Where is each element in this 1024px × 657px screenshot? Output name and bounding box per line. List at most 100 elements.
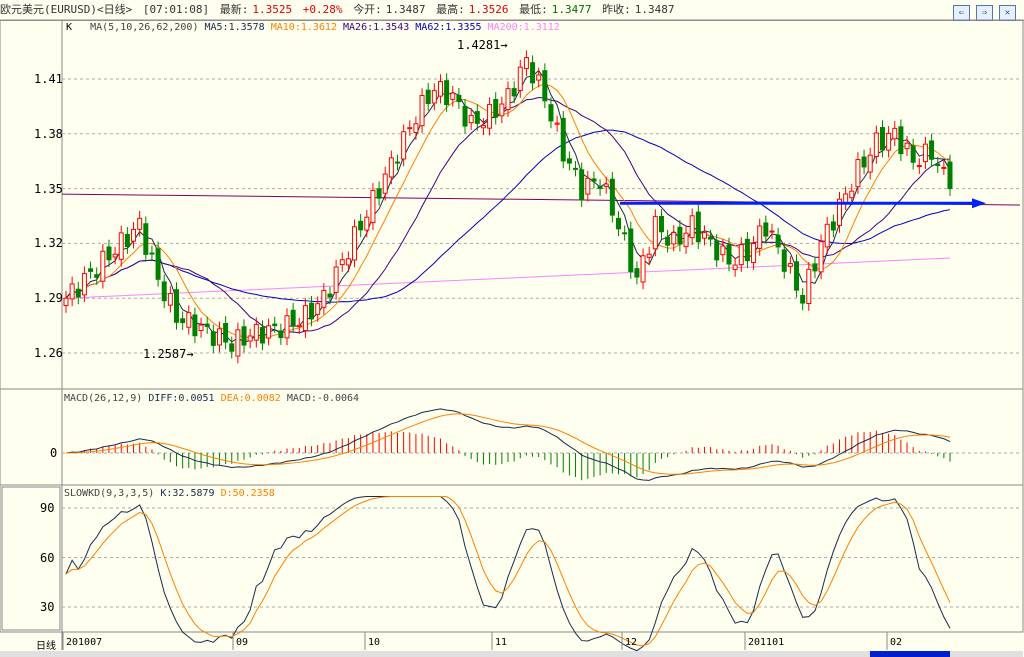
candle-body: [775, 234, 781, 248]
candle-body: [474, 111, 480, 124]
x-tick-label: 09: [236, 637, 249, 648]
candle-body: [818, 241, 824, 273]
candle-body: [284, 315, 290, 339]
candle-body: [480, 124, 486, 129]
ma5-value: MA5:1.3578: [204, 22, 265, 33]
candle-body: [124, 233, 130, 248]
candle-body: [456, 94, 462, 103]
k-value: K:32.5879: [160, 488, 215, 499]
y-tick-label: 1.38: [34, 126, 63, 141]
candle-body: [253, 324, 259, 341]
x-tick-label: 11: [495, 637, 508, 648]
candle-body: [787, 263, 793, 267]
candle-body: [174, 289, 179, 323]
ma62-line: [65, 129, 951, 303]
candle-body: [658, 215, 664, 233]
candle-body: [695, 211, 701, 243]
candle-body: [302, 305, 308, 332]
candle-body: [192, 314, 198, 337]
candle-body: [560, 117, 566, 162]
candle-body: [843, 193, 849, 204]
candle-body: [210, 331, 216, 346]
ma26-value: MA26:1.3543: [343, 22, 410, 33]
candle-body: [100, 250, 106, 282]
candle-body: [198, 324, 204, 331]
candle-body: [296, 324, 302, 328]
candle-body: [401, 131, 407, 160]
ma10-line: [65, 83, 951, 339]
candle-body: [530, 62, 536, 84]
candle-body: [407, 127, 413, 130]
diff-line: [65, 408, 951, 481]
candle-body: [548, 104, 554, 122]
candle-body: [376, 188, 382, 199]
candle-body: [204, 323, 210, 327]
candle-body: [794, 261, 800, 291]
candle-body: [315, 303, 321, 315]
x-tick-label: 02: [890, 637, 903, 648]
candle-body: [63, 297, 69, 307]
candle-body: [941, 166, 947, 169]
candle-body: [916, 165, 922, 168]
x-tick-label: 201007: [66, 637, 103, 648]
candle-body: [898, 126, 904, 155]
candle-body: [744, 238, 750, 262]
scrollbar-thumb[interactable]: [870, 651, 950, 657]
candle-body: [861, 156, 867, 168]
candle-body: [542, 70, 548, 102]
candle-body: [499, 103, 505, 117]
candle-body: [830, 221, 836, 231]
candle-body: [701, 232, 707, 239]
y-tick-label: 1.26: [34, 346, 63, 360]
candle-body: [738, 244, 744, 266]
candle-body: [345, 258, 351, 266]
candle-body: [929, 140, 935, 160]
candle-body: [579, 169, 585, 201]
candle-body: [468, 114, 474, 124]
candle-body: [112, 253, 118, 258]
candle-body: [388, 157, 394, 178]
candle-body: [241, 326, 247, 346]
d-line: [65, 495, 951, 647]
candle-body: [75, 288, 81, 298]
candle-body: [628, 228, 634, 272]
candle-body: [69, 283, 75, 300]
ma26-line: [65, 96, 951, 334]
candle-body: [855, 159, 861, 188]
candle-body: [137, 217, 143, 230]
candle-body: [683, 232, 689, 248]
macd-params: MACD(26,12,9): [64, 393, 143, 404]
low-annotation: 1.2587→: [143, 347, 194, 361]
candle-body: [358, 220, 364, 231]
ma-legend: K MA(5,10,26,62,200) MA5:1.3578 MA10:1.3…: [66, 22, 560, 33]
candle-body: [437, 81, 443, 97]
candle-body: [216, 328, 222, 346]
candle-body: [352, 226, 358, 261]
candle-body: [616, 217, 621, 230]
candle-body: [609, 178, 615, 216]
candle-body: [425, 89, 431, 105]
candle-body: [708, 236, 714, 240]
candle-body: [272, 323, 278, 327]
candle-body: [947, 161, 953, 190]
candle-body: [892, 127, 898, 140]
candle-body: [763, 222, 769, 237]
candle-body: [106, 246, 112, 261]
candle-body: [131, 228, 137, 242]
candle-body: [757, 225, 763, 249]
candle-body: [910, 145, 916, 163]
period-label: 日线: [36, 641, 56, 652]
chart-canvas[interactable]: [0, 0, 1024, 657]
candle-body: [873, 132, 879, 157]
kd-params: SLOWKD(9,3,3,5): [64, 488, 155, 499]
candle-body: [573, 167, 579, 170]
candle-body: [333, 266, 339, 293]
x-tick-label: 10: [368, 637, 381, 648]
candle-body: [327, 293, 333, 298]
candle-body: [554, 122, 560, 125]
candle-body: [806, 268, 812, 304]
horizontal-scrollbar[interactable]: [0, 651, 1023, 657]
candle-body: [886, 132, 892, 151]
ma10-value: MA10:1.3612: [270, 22, 337, 33]
candle-body: [487, 104, 493, 129]
